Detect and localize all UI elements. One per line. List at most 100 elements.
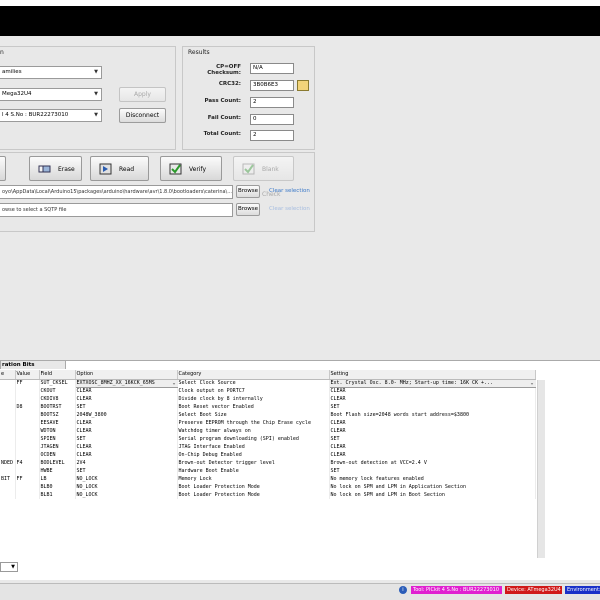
cell-field: BLB1: [39, 491, 76, 499]
status-environment-badge: Environment:: [565, 586, 600, 594]
col-header-value[interactable]: Value: [15, 370, 40, 380]
total-label: Total Count:: [203, 131, 241, 137]
copy-icon[interactable]: [297, 80, 309, 91]
cell-setting[interactable]: SET: [329, 467, 536, 475]
table-row[interactable]: EESAVE CLEAR Preserve EEPROM through the C…: [0, 419, 536, 427]
col-header-option[interactable]: Option: [75, 370, 178, 380]
cell-field: WDTON: [39, 427, 76, 435]
cell-option[interactable]: EXTXOSC_8MHZ_XX_16KCK_65MS ⌄: [74, 378, 178, 388]
cell-option[interactable]: NO_LOCK: [75, 475, 178, 483]
cell-value: [15, 491, 40, 499]
chevron-down-icon: ⌄: [530, 379, 534, 386]
col-header-field[interactable]: Field: [39, 370, 76, 380]
chevron-down-icon: ▼: [94, 112, 98, 118]
cell-mem: [0, 483, 16, 491]
cell-option[interactable]: SET: [75, 403, 178, 411]
crc-value: 3B0B6E3: [250, 80, 294, 91]
cell-option[interactable]: CLEAR: [75, 395, 178, 403]
table-row[interactable]: NDED F4 BODLEVEL 2V4 Brown-out Detector trig…: [0, 459, 536, 467]
cell-setting[interactable]: CLEAR: [329, 419, 536, 427]
cell-setting[interactable]: CLEAR: [329, 427, 536, 435]
cell-setting[interactable]: No lock on SPM and LPM in Application Se…: [329, 483, 536, 491]
read-button[interactable]: Read: [90, 156, 149, 181]
cell-option[interactable]: NO_LOCK: [75, 491, 178, 499]
vertical-scrollbar[interactable]: [537, 380, 545, 558]
table-row[interactable]: BIT FF LB NO_LOCK Memory Lock No memory lock …: [0, 475, 536, 483]
clear-sqtp-selection-link[interactable]: Clear selection: [269, 206, 310, 212]
cell-option[interactable]: 2V4: [75, 459, 178, 467]
cell-field: SUT_CKSEL: [39, 379, 76, 387]
table-row[interactable]: CKDIV8 CLEAR Divide clock by 8 internally C…: [0, 395, 536, 403]
cell-setting[interactable]: Brown-out detection at VCC=2.4 V: [329, 459, 536, 467]
family-select[interactable]: amilies ▼: [0, 66, 102, 79]
cell-value: [15, 451, 40, 459]
device-select[interactable]: Mega32U4 ▼: [0, 88, 102, 101]
hex-file-path[interactable]: oyo\AppData\Local\Arduino15\packages\ard…: [0, 185, 233, 199]
cell-setting[interactable]: CLEAR: [329, 451, 536, 459]
table-row[interactable]: BLB1 NO_LOCK Boot Loader Protection Mode No…: [0, 491, 536, 499]
table-row[interactable]: JTAGEN CLEAR JTAG Interface Enabled CLEAR: [0, 443, 536, 451]
table-row[interactable]: BOOTSZ 2048W_3800 Select Boot Size Boot Fla…: [0, 411, 536, 419]
cell-option[interactable]: CLEAR: [75, 419, 178, 427]
pass-label: Pass Count:: [204, 98, 241, 104]
cell-setting[interactable]: SET: [329, 435, 536, 443]
browse-sqtp-button[interactable]: Browse: [236, 203, 260, 216]
cell-mem: NDED: [0, 459, 16, 467]
chevron-down-icon: ⌄: [172, 379, 176, 386]
cell-option[interactable]: 2048W_3800: [75, 411, 178, 419]
cell-category: On-Chip Debug Enabled: [177, 451, 330, 459]
cell-setting[interactable]: CLEAR: [329, 443, 536, 451]
cell-option[interactable]: CLEAR: [75, 427, 178, 435]
cell-category: Hardware Boot Enable: [177, 467, 330, 475]
col-header-setting[interactable]: Setting: [329, 370, 536, 380]
tool-select[interactable]: l 4 S.No : BUR22273010 ▼: [0, 109, 102, 122]
info-icon[interactable]: i: [399, 586, 407, 594]
table-row[interactable]: HWBE SET Hardware Boot Enable SET: [0, 467, 536, 475]
cell-mem: [0, 451, 16, 459]
cell-setting[interactable]: No memory lock features enabled: [329, 475, 536, 483]
cell-setting[interactable]: CLEAR: [329, 395, 536, 403]
cell-option[interactable]: SET: [75, 467, 178, 475]
cell-option[interactable]: CLEAR: [75, 451, 178, 459]
cell-setting[interactable]: CLEAR: [329, 387, 536, 395]
table-row[interactable]: OCDEN CLEAR On-Chip Debug Enabled CLEAR: [0, 451, 536, 459]
cell-option[interactable]: NO_LOCK: [75, 483, 178, 491]
cell-field: BLB0: [39, 483, 76, 491]
col-header-memory[interactable]: e: [0, 370, 16, 380]
sqtp-file-path[interactable]: owse to select a SQTP file: [0, 203, 233, 217]
apply-button[interactable]: Apply: [119, 87, 166, 102]
cell-value: [15, 387, 40, 395]
clear-hex-selection-link[interactable]: Clear selection: [269, 188, 310, 194]
table-row[interactable]: BLB0 NO_LOCK Boot Loader Protection Mode No…: [0, 483, 536, 491]
tab-configuration-bits[interactable]: ration Bits: [0, 360, 66, 369]
table-row[interactable]: SPIEN SET Serial program downloading (SPI)…: [0, 435, 536, 443]
fail-value: 0: [250, 114, 294, 125]
table-row[interactable]: WDTON CLEAR Watchdog timer always on CLEAR: [0, 427, 536, 435]
blank-check-button[interactable]: Blank Check: [233, 156, 294, 198]
cell-option[interactable]: CLEAR: [75, 387, 178, 395]
cell-mem: [0, 379, 16, 387]
cell-setting[interactable]: Boot Flash size=2048 words start address…: [329, 411, 536, 419]
fail-label: Fail Count:: [207, 115, 241, 121]
cell-setting[interactable]: SET: [329, 403, 536, 411]
cell-option[interactable]: SET: [75, 435, 178, 443]
browse-hex-button[interactable]: Browse: [236, 185, 260, 198]
cell-option[interactable]: CLEAR: [75, 443, 178, 451]
table-row[interactable]: FF SUT_CKSEL EXTXOSC_8MHZ_XX_16KCK_65MS ⌄ Se…: [0, 378, 536, 388]
cell-mem: BIT: [0, 475, 16, 483]
top-band: [0, 6, 600, 36]
disconnect-button[interactable]: Disconnect: [119, 108, 166, 123]
table-row[interactable]: D8 BOOTRST SET Boot Reset vector Enabled SET: [0, 403, 536, 411]
cell-setting[interactable]: Ext. Crystal Osc. 8.0- MHz; Start-up tim…: [328, 378, 536, 388]
erase-button[interactable]: Erase: [29, 156, 82, 181]
cell-field: BOOTRST: [39, 403, 76, 411]
program-button-partial[interactable]: [0, 156, 6, 181]
cell-field: BOOTSZ: [39, 411, 76, 419]
pass-value: 2: [250, 97, 294, 108]
col-header-category[interactable]: Category: [177, 370, 330, 380]
table-row[interactable]: CKOUT CLEAR Clock output on PORTC7 CLEAR: [0, 387, 536, 395]
cell-field: SPIEN: [39, 435, 76, 443]
bottom-dropdown[interactable]: ▼: [0, 562, 18, 572]
verify-button[interactable]: Verify: [160, 156, 222, 181]
cell-setting[interactable]: No lock on SPM and LPM in Boot Section: [329, 491, 536, 499]
